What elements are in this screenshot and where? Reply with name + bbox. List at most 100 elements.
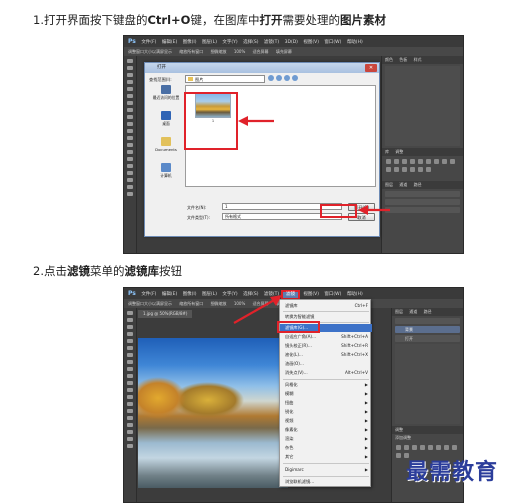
path-select-tool-icon[interactable]	[127, 171, 133, 175]
quick-select-tool-icon[interactable]	[127, 80, 133, 84]
zoom-tool-icon[interactable]	[127, 192, 133, 196]
option2-resize-windows[interactable]: 调整窗口大小以满屏显示	[128, 301, 172, 306]
stamp-tool-2-icon[interactable]	[127, 367, 133, 371]
history-brush-tool-2-icon[interactable]	[127, 374, 133, 378]
curves-icon[interactable]	[402, 159, 407, 164]
menu2-view[interactable]: 视图(V)	[303, 292, 319, 297]
shape-tool-icon[interactable]	[127, 178, 133, 182]
photo-filter2-icon[interactable]	[396, 453, 401, 458]
menu-image[interactable]: 图像(I)	[183, 40, 197, 45]
dd-digimarc[interactable]: Digimarc ▶	[280, 466, 372, 474]
photo-filter-icon[interactable]	[450, 159, 455, 164]
tab2-adjustments[interactable]: 调整	[395, 427, 403, 432]
tab-styles[interactable]: 样式	[414, 57, 422, 62]
hue-icon[interactable]	[426, 159, 431, 164]
tab-channels[interactable]: 通道	[399, 182, 407, 187]
vibrance-icon[interactable]	[418, 159, 423, 164]
dodge-tool-2-icon[interactable]	[127, 402, 133, 406]
move-tool-icon[interactable]	[127, 59, 133, 63]
menu-filter[interactable]: 滤镜(T)	[264, 40, 279, 45]
brightness2-icon[interactable]	[396, 445, 401, 450]
bw2-icon[interactable]	[452, 445, 457, 450]
text-tool-2-icon[interactable]	[127, 416, 133, 420]
layer-background-row[interactable]: 背景	[395, 326, 460, 333]
zoom-tool-2-icon[interactable]	[127, 444, 133, 448]
gradient-map-icon[interactable]	[418, 167, 423, 172]
option2-zoom-all[interactable]: 缩放所有窗口	[179, 301, 203, 306]
option-fill-screen[interactable]: 填充屏幕	[276, 49, 292, 54]
healing-tool-2-icon[interactable]	[127, 353, 133, 357]
brush-tool-2-icon[interactable]	[127, 360, 133, 364]
menu-3d[interactable]: 3D(D)	[285, 40, 298, 45]
hand-tool-2-icon[interactable]	[127, 437, 133, 441]
dd-lens-correction[interactable]: 镜头校正(R)... Shift+Ctrl+R	[280, 342, 372, 350]
look-in-combo[interactable]: 图片	[185, 75, 265, 83]
eraser-tool-icon[interactable]	[127, 129, 133, 133]
pen-tool-2-icon[interactable]	[127, 409, 133, 413]
lasso-tool-2-icon[interactable]	[127, 325, 133, 329]
stamp-tool-icon[interactable]	[127, 115, 133, 119]
close-icon[interactable]: ✕	[365, 64, 377, 72]
option2-scrubby-zoom[interactable]: 细微缩放	[211, 301, 227, 306]
shape-tool-2-icon[interactable]	[127, 430, 133, 434]
layer2-filter-row[interactable]	[395, 318, 460, 324]
healing-tool-icon[interactable]	[127, 101, 133, 105]
dd-stylize[interactable]: 风格化 ▶	[280, 381, 372, 389]
brush-tool-icon[interactable]	[127, 108, 133, 112]
layer-filter-row[interactable]	[385, 191, 460, 197]
hue2-icon[interactable]	[436, 445, 441, 450]
dd-browse-online[interactable]: 浏览联机滤镜...	[280, 478, 372, 486]
lasso-tool-icon[interactable]	[127, 73, 133, 77]
dd-adaptive-wide[interactable]: 自适应广角(A)... Shift+Ctrl+A	[280, 333, 372, 341]
dodge-tool-icon[interactable]	[127, 150, 133, 154]
tab-layers[interactable]: 图层	[385, 182, 393, 187]
tab-paths[interactable]: 路径	[414, 182, 422, 187]
layer-lock-row[interactable]	[385, 207, 460, 213]
option-100[interactable]: 100%	[234, 49, 245, 54]
sidebar-item-documents[interactable]: Documents	[148, 137, 184, 152]
dd-convert-smart[interactable]: 转换为智能滤镜	[280, 313, 372, 321]
levels-icon[interactable]	[394, 159, 399, 164]
dd-pixelate[interactable]: 像素化 ▶	[280, 426, 372, 434]
sidebar-item-desktop[interactable]: 桌面	[148, 111, 184, 127]
menu-select[interactable]: 选择(S)	[243, 40, 258, 45]
crop-tool-icon[interactable]	[127, 87, 133, 91]
marquee-tool-icon[interactable]	[127, 66, 133, 70]
history-brush-tool-icon[interactable]	[127, 122, 133, 126]
levels2-icon[interactable]	[404, 445, 409, 450]
dd-vanishing-point[interactable]: 消失点(V)... Alt+Ctrl+V	[280, 369, 372, 377]
menu2-edit[interactable]: 编辑(E)	[162, 292, 177, 297]
back-icon[interactable]	[268, 75, 274, 81]
menu2-image[interactable]: 图像(I)	[183, 292, 197, 297]
document-tab[interactable]: 1.jpg @ 50%(RGB/8#)	[138, 310, 193, 318]
new-folder-icon[interactable]	[284, 75, 290, 81]
eyedropper-tool-icon[interactable]	[127, 94, 133, 98]
up-folder-icon[interactable]	[276, 75, 282, 81]
tab2-layers[interactable]: 图层	[395, 309, 403, 314]
menu-edit[interactable]: 编辑(E)	[162, 40, 177, 45]
menu-help[interactable]: 帮助(H)	[347, 40, 363, 45]
invert-icon[interactable]	[394, 167, 399, 172]
dd-video[interactable]: 视频 ▶	[280, 417, 372, 425]
menu-view[interactable]: 视图(V)	[303, 40, 319, 45]
gradient-tool-icon[interactable]	[127, 136, 133, 140]
menu-file[interactable]: 文件(F)	[141, 40, 156, 45]
selective-color-icon[interactable]	[426, 167, 431, 172]
posterize-icon[interactable]	[402, 167, 407, 172]
brightness-icon[interactable]	[386, 159, 391, 164]
dd-noise[interactable]: 杂色 ▶	[280, 444, 372, 452]
menu-layer[interactable]: 图层(L)	[202, 40, 217, 45]
dd-liquify[interactable]: 液化(L)... Shift+Ctrl+X	[280, 351, 372, 359]
crop-tool-2-icon[interactable]	[127, 339, 133, 343]
dd-last-filter[interactable]: 滤镜库 Ctrl+F	[280, 302, 372, 310]
quick-select-tool-2-icon[interactable]	[127, 332, 133, 336]
move-tool-2-icon[interactable]	[127, 311, 133, 315]
path-select-tool-2-icon[interactable]	[127, 423, 133, 427]
menu-type[interactable]: 文字(Y)	[222, 40, 237, 45]
option-resize-windows[interactable]: 调整窗口大小以满屏显示	[128, 49, 172, 54]
exposure-icon[interactable]	[410, 159, 415, 164]
tab-swatches[interactable]: 色板	[399, 57, 407, 62]
hand-tool-icon[interactable]	[127, 185, 133, 189]
eraser-tool-2-icon[interactable]	[127, 381, 133, 385]
tab2-paths[interactable]: 路径	[424, 309, 432, 314]
